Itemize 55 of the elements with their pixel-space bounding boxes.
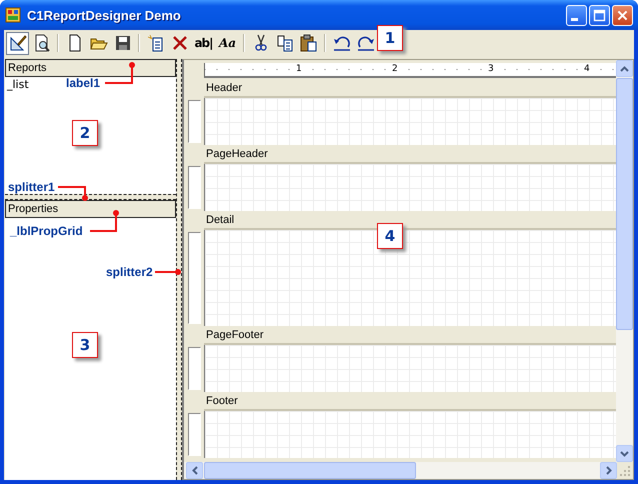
scroll-up-button[interactable]	[616, 60, 633, 77]
section-header[interactable]: Detail	[204, 212, 616, 230]
splitter[interactable]	[5, 194, 176, 200]
clipboard-icon	[300, 34, 318, 52]
window-title: C1ReportDesigner Demo	[27, 8, 182, 22]
chevron-right-icon	[606, 466, 612, 475]
toolbar-button[interactable]: ab|	[192, 32, 215, 54]
vertical-scrollbar[interactable]	[616, 60, 633, 462]
add-page-icon	[146, 34, 164, 52]
leader-line	[105, 62, 135, 84]
close-button[interactable]	[612, 4, 633, 26]
toolbar-button[interactable]: Aa	[216, 32, 239, 54]
callout-label: splitter2	[106, 265, 153, 279]
callout-label: _lblPropGrid	[10, 224, 83, 238]
resize-grip-icon[interactable]	[619, 465, 631, 477]
vertical-ruler	[188, 413, 201, 456]
minimize-button[interactable]	[566, 4, 587, 26]
minimize-icon	[570, 18, 578, 21]
toolbar-button[interactable]	[6, 32, 29, 54]
section-header[interactable]: Header	[204, 80, 616, 98]
section-header[interactable]: Footer	[204, 393, 616, 411]
scroll-thumb[interactable]	[204, 462, 416, 479]
callout-number: 1	[377, 25, 403, 51]
callout-label: label1	[66, 76, 100, 90]
callout-number: 2	[72, 120, 98, 146]
vertical-ruler	[188, 166, 201, 209]
scroll-thumb[interactable]	[616, 78, 633, 330]
leader-line	[58, 186, 88, 201]
chevron-down-icon	[620, 450, 629, 456]
delete-icon	[170, 34, 188, 52]
horizontal-scrollbar[interactable]	[184, 462, 617, 479]
copy-icon	[276, 34, 294, 52]
section-header[interactable]: PageHeader	[204, 146, 616, 164]
callout-number: 3	[72, 332, 98, 358]
scroll-right-button[interactable]	[600, 462, 617, 479]
scroll-left-button[interactable]	[186, 462, 203, 479]
vertical-ruler	[188, 100, 201, 143]
vertical-ruler	[188, 347, 201, 390]
section-header[interactable]: PageFooter	[204, 327, 616, 345]
panel-header: Properties	[5, 200, 176, 218]
list-item[interactable]: _list	[5, 77, 31, 92]
chevron-up-icon	[620, 66, 629, 72]
callout-label: splitter1	[8, 180, 55, 194]
app-icon	[5, 7, 21, 23]
redo-icon	[356, 34, 374, 52]
panel-header: Reports	[5, 59, 176, 77]
undo-icon	[332, 34, 350, 52]
callout-number: 4	[377, 223, 403, 249]
chevron-left-icon	[192, 466, 198, 475]
ruler-pencil-icon	[8, 34, 26, 52]
leader-line	[90, 210, 119, 232]
scroll-down-button[interactable]	[616, 445, 633, 462]
maximize-button[interactable]	[589, 4, 610, 26]
leader-line	[155, 269, 181, 275]
magnifier-page-icon	[32, 34, 50, 52]
